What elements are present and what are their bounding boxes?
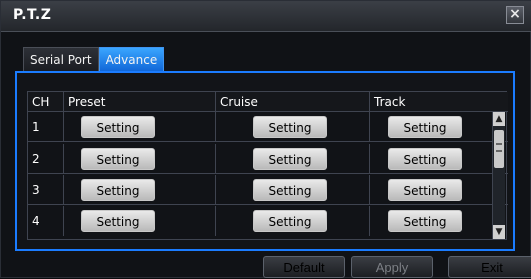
cruise-setting-button[interactable]: Setting bbox=[253, 116, 327, 138]
triangle-up-icon[interactable]: ▲ bbox=[493, 112, 505, 126]
preset-setting-button[interactable]: Setting bbox=[81, 116, 155, 138]
preset-setting-button[interactable]: Setting bbox=[81, 148, 155, 170]
default-button[interactable]: Default bbox=[263, 256, 345, 278]
ptz-settings-table: CH Preset Cruise Track 1 Setting Setting… bbox=[27, 91, 508, 240]
track-setting-button[interactable]: Setting bbox=[388, 179, 462, 201]
table-header-row: CH Preset Cruise Track bbox=[28, 92, 508, 112]
vertical-scrollbar[interactable]: ▲ ▼ bbox=[492, 112, 505, 239]
channel-number: 4 bbox=[28, 206, 64, 236]
preset-setting-button[interactable]: Setting bbox=[81, 179, 155, 201]
table-row: 1 Setting Setting Setting bbox=[28, 112, 508, 142]
track-setting-button[interactable]: Setting bbox=[388, 116, 462, 138]
tab-serial-port[interactable]: Serial Port bbox=[23, 47, 99, 71]
header-ch: CH bbox=[28, 92, 64, 111]
tab-advance[interactable]: Advance bbox=[98, 47, 165, 71]
header-track: Track bbox=[374, 95, 406, 109]
cruise-setting-button[interactable]: Setting bbox=[253, 148, 327, 170]
channel-number: 3 bbox=[28, 175, 64, 204]
tab-bar: Serial Port Advance bbox=[23, 47, 165, 71]
track-setting-button[interactable]: Setting bbox=[388, 148, 462, 170]
apply-button[interactable]: Apply bbox=[351, 256, 433, 278]
table-row: 2 Setting Setting Setting bbox=[28, 144, 508, 174]
header-preset: Preset bbox=[64, 92, 216, 111]
track-setting-button[interactable]: Setting bbox=[388, 210, 462, 232]
channel-number: 2 bbox=[28, 144, 64, 173]
triangle-down-icon[interactable]: ▼ bbox=[493, 225, 505, 239]
close-icon: × bbox=[509, 6, 521, 22]
cruise-setting-button[interactable]: Setting bbox=[253, 210, 327, 232]
table-row: 4 Setting Setting Setting bbox=[28, 206, 508, 236]
preset-setting-button[interactable]: Setting bbox=[81, 210, 155, 232]
channel-number: 1 bbox=[28, 112, 64, 141]
cruise-setting-button[interactable]: Setting bbox=[253, 179, 327, 201]
ptz-window: P.T.Z × Serial Port Advance CH Preset Cr… bbox=[0, 0, 531, 278]
window-title: P.T.Z bbox=[13, 7, 52, 23]
advance-panel: CH Preset Cruise Track 1 Setting Setting… bbox=[15, 71, 515, 251]
close-button[interactable]: × bbox=[506, 6, 524, 24]
table-row: 3 Setting Setting Setting bbox=[28, 175, 508, 205]
footer-buttons: Default Apply Exit bbox=[1, 251, 531, 279]
exit-button[interactable]: Exit bbox=[448, 256, 531, 278]
title-bar: P.T.Z × bbox=[1, 1, 531, 32]
header-cruise: Cruise bbox=[216, 92, 370, 111]
scroll-thumb[interactable] bbox=[494, 130, 504, 168]
